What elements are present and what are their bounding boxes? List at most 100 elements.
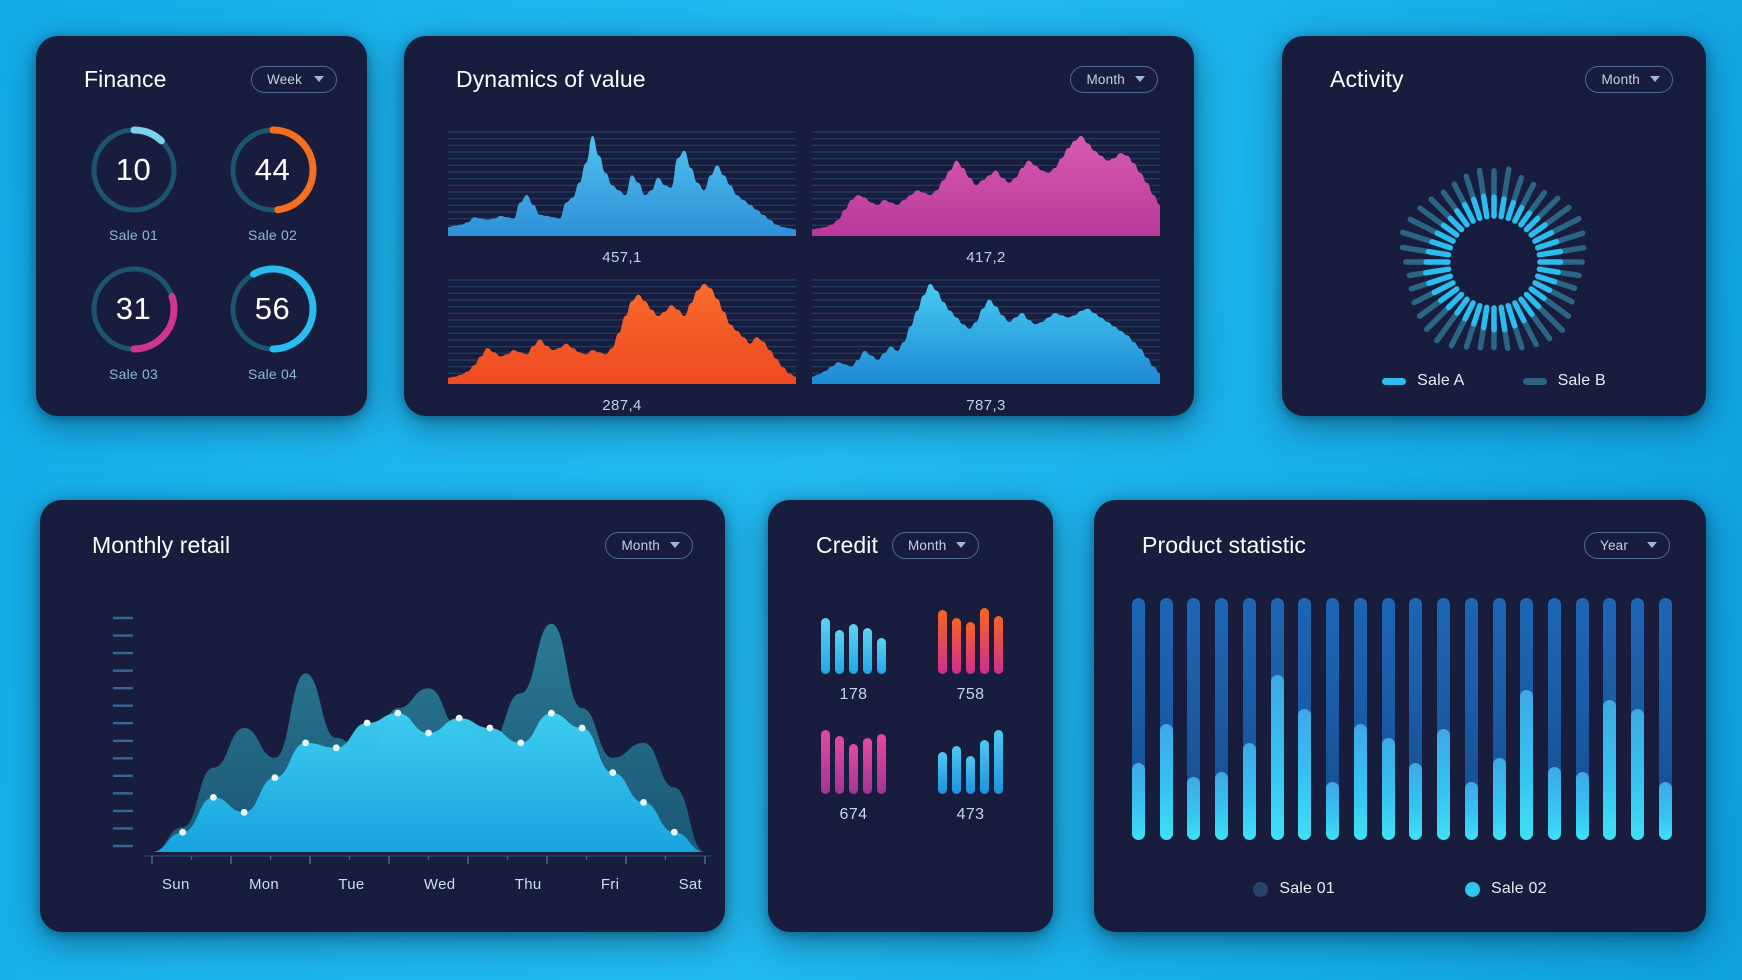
finance-gauge-4: 56 Sale 04 (203, 261, 342, 382)
product-bar-value (1215, 772, 1229, 840)
product-bar-value (1187, 777, 1201, 840)
legend-swatch-icon (1522, 377, 1547, 385)
product-bar-column (1353, 598, 1367, 840)
chevron-down-icon (1650, 76, 1660, 82)
x-axis-label-mon: Mon (248, 876, 280, 893)
product-statistic-legend: Sale 01 Sale 02 (1094, 880, 1706, 898)
product-bar-column (1159, 598, 1173, 840)
chevron-down-icon (956, 542, 967, 548)
product-bar-column (1464, 598, 1478, 840)
credit-group-3: 674 (802, 728, 905, 824)
product-bar-column (1548, 598, 1562, 840)
x-axis-label-wed: Wed (423, 876, 456, 893)
product-legend-item-1: Sale 01 (1253, 880, 1335, 898)
monthly-retail-plot (40, 586, 725, 886)
monthly-retail-x-axis: Sun Mon Tue Wed Thu Fri Sat (162, 876, 702, 893)
credit-value: 178 (839, 686, 868, 703)
chevron-down-icon (314, 76, 324, 82)
credit-bar-group (938, 608, 1003, 674)
credit-bar (835, 736, 844, 794)
credit-value: 473 (956, 806, 985, 823)
gauge-ring: 44 (225, 122, 321, 218)
x-axis-label-thu: Thu (514, 876, 542, 893)
product-bar-column (1187, 598, 1201, 840)
credit-bar (863, 738, 872, 794)
dynamics-chart-grid: 457,1 417,2 287,4 787,3 (448, 128, 1160, 414)
credit-period-dropdown[interactable]: Month (891, 532, 980, 559)
legend-swatch-icon (1382, 377, 1407, 385)
product-statistic-title: Product statistic (1142, 532, 1307, 558)
dynamics-title: Dynamics of value (456, 66, 646, 92)
x-axis-label-fri: Fri (600, 876, 620, 893)
monthly-retail-period-label: Month (621, 537, 660, 553)
product-bar-value (1242, 743, 1256, 840)
gauge-ring: 31 (86, 261, 182, 357)
product-bar-value (1658, 781, 1672, 840)
gauge-label: Sale 04 (248, 366, 297, 382)
product-bar-value (1298, 709, 1312, 840)
credit-bar-group (938, 728, 1003, 794)
product-bar-column (1631, 598, 1645, 840)
product-bar-column (1132, 598, 1145, 840)
product-bar-value (1548, 767, 1562, 840)
gauge-label: Sale 01 (109, 227, 158, 243)
finance-header: Finance Week (36, 36, 367, 93)
product-bar-value (1437, 728, 1451, 840)
credit-bar (980, 740, 989, 794)
credit-bar (952, 746, 961, 794)
finance-gauge-1: 10 Sale 01 (64, 122, 203, 243)
product-bar-value (1520, 689, 1534, 840)
dynamics-header: Dynamics of value Month (404, 36, 1194, 93)
product-bar-value (1132, 762, 1145, 840)
product-bar-column (1603, 598, 1617, 840)
legend-dot-icon (1253, 881, 1269, 897)
activity-legend-item-1: Sale A (1382, 372, 1464, 390)
product-statistic-period-dropdown[interactable]: Year (1584, 532, 1670, 559)
product-bar-column (1437, 598, 1451, 840)
product-bar-value (1270, 675, 1284, 840)
product-bar-column (1492, 598, 1506, 840)
product-bar-value (1353, 723, 1367, 840)
credit-bar (938, 752, 947, 794)
product-bar-value (1575, 772, 1589, 840)
product-statistic-card: Product statistic Year Sale 01 Sale 02 (1094, 500, 1706, 932)
chevron-down-icon (1647, 542, 1657, 548)
credit-bar (877, 638, 886, 674)
product-statistic-plot (1132, 598, 1672, 840)
product-bar-column (1409, 598, 1423, 840)
product-bar-column (1298, 598, 1312, 840)
product-bar-column (1215, 598, 1229, 840)
finance-title: Finance (84, 66, 167, 92)
finance-card: Finance Week 10 Sale 01 44 Sale 02 31 Sale 03… (36, 36, 367, 416)
credit-bar (835, 630, 844, 674)
chevron-down-icon (1135, 76, 1145, 82)
product-bar-column (1242, 598, 1256, 840)
credit-bar-group (821, 608, 886, 674)
product-bar-column (1520, 598, 1534, 840)
product-bar-value (1326, 781, 1340, 840)
credit-period-label: Month (907, 537, 947, 553)
dynamics-value: 457,1 (602, 249, 642, 266)
dynamics-chart-1: 457,1 (448, 128, 796, 266)
monthly-retail-period-dropdown[interactable]: Month (605, 532, 693, 559)
credit-bar (938, 610, 947, 674)
mini-area-plot (448, 128, 796, 236)
legend-label: Sale 02 (1491, 880, 1547, 897)
product-bar-column (1270, 598, 1284, 840)
finance-period-label: Week (267, 71, 303, 87)
monthly-retail-card: Monthly retail Month Sun Mon Tue Wed Thu Fri S… (40, 500, 725, 932)
gauge-label: Sale 02 (248, 227, 297, 243)
product-legend-item-2: Sale 02 (1465, 880, 1547, 898)
dashboard-root: Finance Week 10 Sale 01 44 Sale 02 31 Sale 03… (0, 0, 1742, 980)
activity-period-dropdown[interactable]: Month (1585, 66, 1673, 93)
credit-value: 758 (956, 686, 985, 703)
mini-area-plot (812, 276, 1160, 384)
gauge-value: 10 (115, 152, 152, 187)
finance-period-dropdown[interactable]: Week (251, 66, 337, 93)
dynamics-period-dropdown[interactable]: Month (1070, 66, 1158, 93)
product-bar-value (1492, 757, 1506, 840)
chevron-down-icon (670, 542, 680, 548)
credit-bar (849, 744, 858, 794)
activity-legend: Sale A Sale B (1282, 372, 1706, 390)
product-bar-value (1409, 762, 1423, 840)
